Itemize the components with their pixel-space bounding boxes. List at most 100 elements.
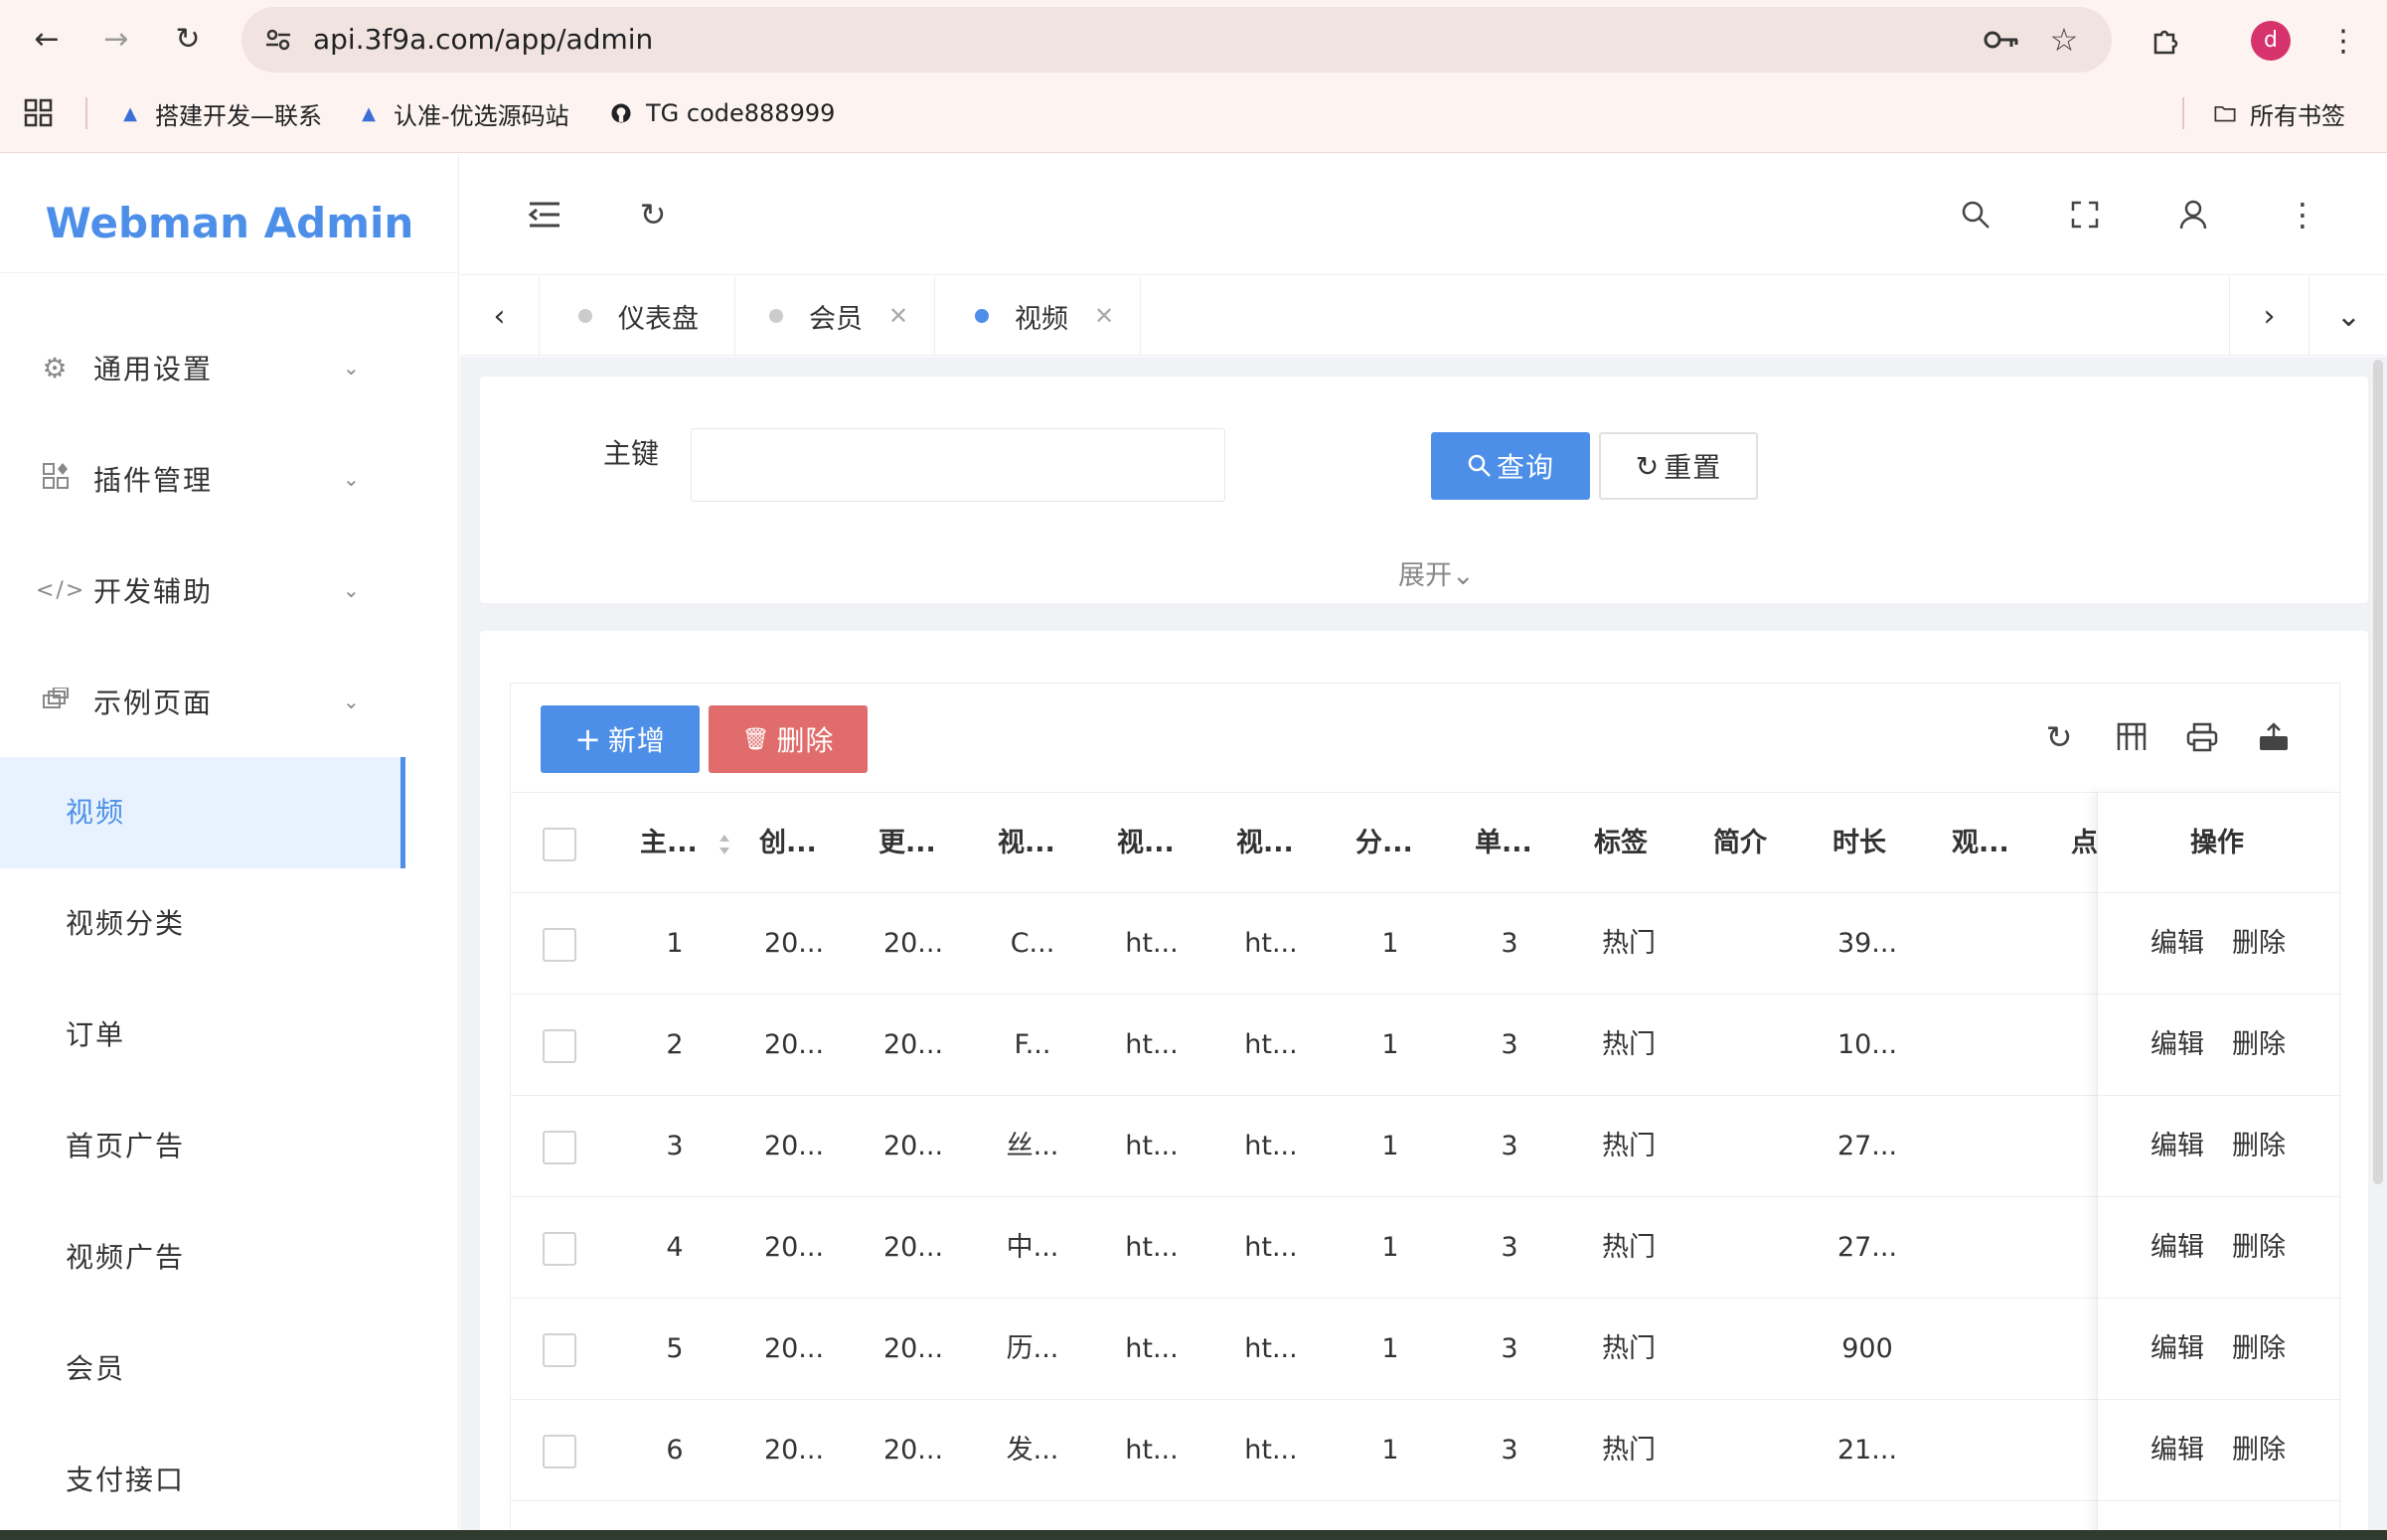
cell-c4: ht... [1125,1333,1179,1364]
column-header-category: 分... [1355,828,1413,858]
tab-label: 会员 [809,303,863,335]
cell-id: 2 [666,1029,684,1060]
bookmark-star-icon[interactable]: ☆ [2043,19,2085,61]
row-checkbox[interactable] [543,1435,576,1468]
password-key-icon[interactable] [1981,19,2022,61]
extensions-icon[interactable] [2143,18,2188,64]
tabs-scroll-right-icon[interactable]: › [2229,276,2308,356]
sidebar-item-orders[interactable]: 订单 [0,980,459,1091]
table-row: 5 20... 20... 历... ht... ht... 1 3 热门 900 编辑 删除 [511,1299,2341,1400]
sidebar-group-label: 开发辅助 [93,575,214,608]
sidebar-group-general-settings[interactable]: ⚙ 通用设置 ⌄ [0,312,459,423]
columns-filter-icon[interactable] [2108,713,2155,761]
column-header-likes: 点 [2071,828,2097,858]
apps-grid-icon[interactable] [24,89,54,137]
tab-video[interactable]: 视频 ✕ [937,276,1142,356]
query-button[interactable]: 查询 [1431,432,1590,500]
refresh-icon[interactable]: ↻ [628,190,678,239]
cell-created: 20... [763,1435,825,1465]
row-checkbox[interactable] [543,928,576,962]
search-form: 主键 查询 ↻ 重置 展开⌄ [480,377,2368,603]
close-icon[interactable]: ✕ [888,302,908,330]
column-header-video-url: 视... [1117,828,1175,858]
batch-delete-button[interactable]: 🗑 删除 [709,705,868,773]
sidebar-group-label: 示例页面 [93,687,214,719]
collapse-menu-icon[interactable] [520,190,569,239]
delete-link[interactable]: 删除 [2232,893,2286,995]
sidebar-item-video[interactable]: 视频 [0,757,405,868]
cell-c4: ht... [1125,928,1179,959]
cell-title: 历... [1006,1333,1059,1364]
delete-link[interactable]: 删除 [2232,995,2286,1096]
table-refresh-icon[interactable]: ↻ [2035,713,2083,761]
cell-updated: 20... [882,1029,944,1060]
row-checkbox[interactable] [543,1333,576,1367]
sidebar-item-video-category[interactable]: 视频分类 [0,868,459,980]
page-scrollbar[interactable] [2373,360,2383,1184]
edit-link[interactable]: 编辑 [2150,995,2204,1096]
app-logo[interactable]: Webman Admin [0,154,459,273]
column-header-id[interactable]: 主... [640,793,710,894]
data-table: + 新增 🗑 删除 ↻ 主... 创... 更... 视... 视... 视..… [510,683,2341,1540]
url-text[interactable]: api.3f9a.com/app/admin [313,7,653,73]
cell-views [1952,1299,2021,1400]
sidebar-item-members[interactable]: 会员 [0,1313,459,1425]
bookmark-2[interactable]: ▲ 认准-优选源码站 [358,89,569,137]
close-icon[interactable]: ✕ [1094,302,1114,330]
sidebar-item-video-ads[interactable]: 视频广告 [0,1202,459,1313]
all-bookmarks[interactable]: 所有书签 [2214,89,2345,137]
forward-arrow-icon[interactable]: → [91,14,141,64]
back-arrow-icon[interactable]: ← [22,14,72,64]
sidebar-group-dev-tools[interactable]: </> 开发辅助 ⌄ [0,535,459,646]
row-checkbox[interactable] [543,1029,576,1063]
add-button[interactable]: + 新增 [541,705,700,773]
tab-members[interactable]: 会员 ✕ [731,276,936,356]
more-vertical-icon[interactable]: ⋮ [2278,190,2327,239]
edit-link[interactable]: 编辑 [2150,1197,2204,1299]
bookmark-separator [85,97,87,129]
delete-link[interactable]: 删除 [2232,1299,2286,1400]
row-checkbox[interactable] [543,1232,576,1266]
print-icon[interactable] [2178,713,2226,761]
edit-link[interactable]: 编辑 [2150,893,2204,995]
cell-tag: 热门 [1602,1131,1656,1161]
tab-dot [578,309,592,323]
cell-tag: 热门 [1602,928,1656,959]
fullscreen-icon[interactable] [2060,190,2110,239]
edit-link[interactable]: 编辑 [2150,1096,2204,1197]
app-header: ↻ ⋮ [460,154,2387,275]
delete-link[interactable]: 删除 [2232,1400,2286,1501]
bookmark-1[interactable]: ▲ 搭建开发—联系 [119,89,322,137]
row-checkbox[interactable] [543,1131,576,1164]
edit-link[interactable]: 编辑 [2150,1400,2204,1501]
site-settings-icon[interactable] [257,19,299,61]
reload-icon[interactable]: ↻ [163,14,213,64]
tabs-dropdown-icon[interactable]: ⌄ [2308,276,2387,356]
tab-dashboard[interactable]: 仪表盘 [541,276,735,356]
profile-avatar[interactable]: d [2251,21,2291,61]
sidebar-item-home-ads[interactable]: 首页广告 [0,1091,459,1202]
user-icon[interactable] [2168,190,2218,239]
edit-link[interactable]: 编辑 [2150,1299,2204,1400]
sidebar-item-payment[interactable]: 支付接口 [0,1425,459,1536]
delete-link[interactable]: 删除 [2232,1197,2286,1299]
export-icon[interactable] [2250,713,2298,761]
cell-intro [1713,1096,1783,1197]
select-all-checkbox[interactable] [543,828,576,861]
expand-toggle[interactable]: 展开⌄ [1398,553,1475,592]
tabs-scroll-left-icon[interactable]: ‹ [460,276,540,356]
cell-duration: 10... [1836,1029,1898,1060]
search-icon[interactable] [1951,190,2000,239]
cell-single: 3 [1501,928,1518,959]
sort-icon[interactable] [717,833,731,856]
primary-key-input[interactable] [691,428,1225,502]
address-bar[interactable]: api.3f9a.com/app/admin ☆ [241,7,2112,73]
sidebar-group-plugins[interactable]: 插件管理 ⌄ [0,423,459,535]
cell-views [1952,1197,2021,1299]
cell-c4: ht... [1125,1435,1179,1465]
browser-menu-icon[interactable]: ⋮ [2320,18,2366,64]
reset-button[interactable]: ↻ 重置 [1599,432,1758,500]
sidebar-group-examples[interactable]: 示例页面 ⌄ [0,646,459,757]
delete-link[interactable]: 删除 [2232,1096,2286,1197]
bookmark-3[interactable]: TG code888999 [610,89,835,137]
